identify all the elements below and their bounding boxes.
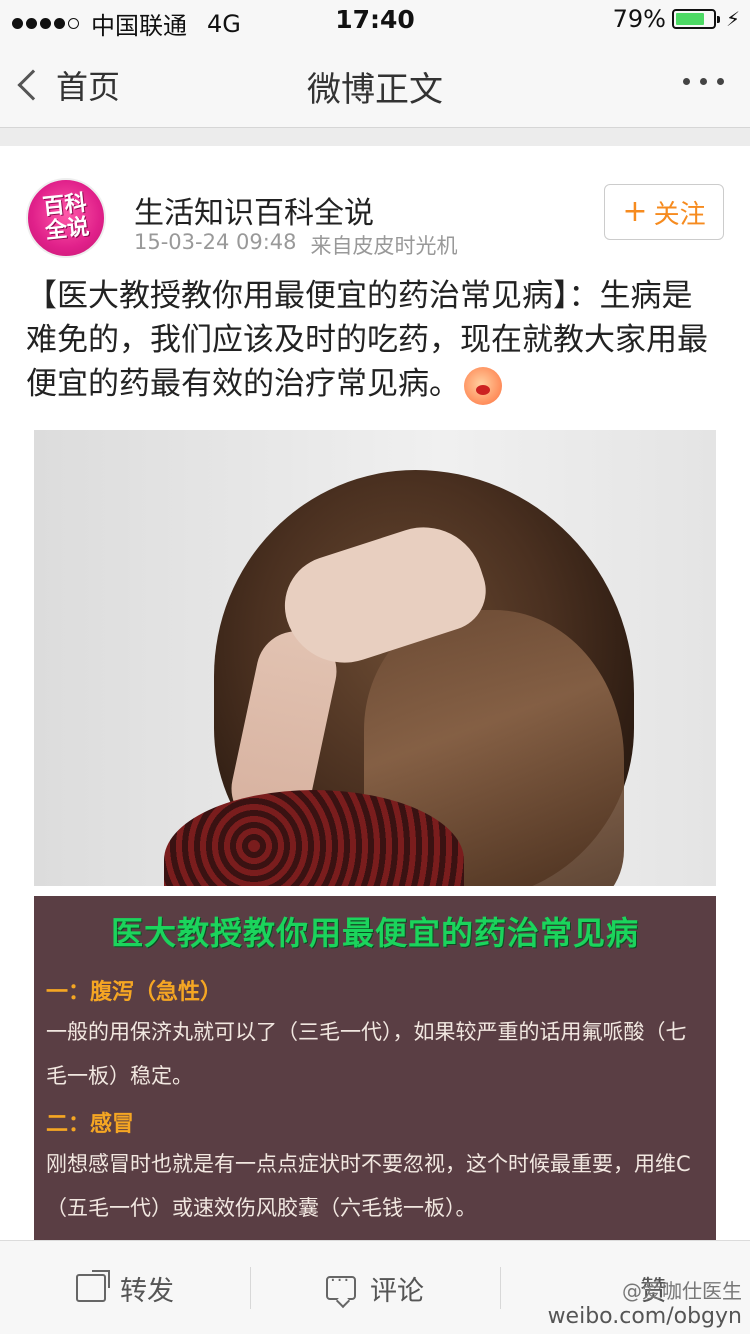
watermark-url: weibo.com/obgyn xyxy=(547,1304,742,1329)
emoji-icon xyxy=(464,366,502,405)
charging-bolt-icon: ⚡ xyxy=(725,7,740,31)
info-heading-2: 二：感冒 xyxy=(46,1112,135,1137)
watermark-handle: @爱咖仕医生 xyxy=(622,1279,742,1303)
post-photo[interactable] xyxy=(34,430,716,886)
avatar[interactable]: 百科全说 xyxy=(26,178,106,258)
share-icon xyxy=(76,1270,110,1302)
repost-label: 转发 xyxy=(120,1275,174,1307)
follow-button[interactable]: + 关注 xyxy=(604,184,724,240)
battery-icon xyxy=(671,9,720,29)
page-title: 微博正文 xyxy=(307,70,443,110)
comment-icon xyxy=(326,1270,356,1300)
more-dots-icon[interactable] xyxy=(683,78,724,85)
info-heading-1: 一：腹泻（急性） xyxy=(46,980,223,1005)
battery-percent: 79% xyxy=(612,5,666,33)
nav-bar: 首页 微博正文 xyxy=(0,40,750,128)
author-name[interactable]: 生活知识百科全说 xyxy=(134,188,374,232)
info-text-1: 一般的用保济丸就可以了（三毛一代），如果较严重的话用氟哌酸（七毛一板）稳定。 xyxy=(46,1020,687,1088)
status-right: 79% ⚡ xyxy=(613,5,740,33)
plus-icon: + xyxy=(622,194,648,229)
watermark: @爱咖仕医生 weibo.com/obgyn xyxy=(548,1278,742,1330)
post-timestamp: 15-03-24 09:48 xyxy=(134,230,297,254)
repost-button[interactable]: 转发 xyxy=(0,1241,250,1334)
comment-label: 评论 xyxy=(370,1275,424,1307)
post-body: 【医大教授教你用最便宜的药治常见病】：生病是难免的，我们应该及时的吃药，现在就教… xyxy=(26,278,708,402)
info-image[interactable]: 医大教授教你用最便宜的药治常见病 一：腹泻（急性） 一般的用保济丸就可以了（三毛… xyxy=(34,896,716,1246)
post-source: 来自皮皮时光机 xyxy=(310,234,458,258)
status-bar: 中国联通 4G 17:40 79% ⚡ xyxy=(0,0,750,40)
battery-fill xyxy=(675,13,705,25)
post-meta: 15-03-24 09:48 来自皮皮时光机 xyxy=(134,230,458,260)
follow-label: 关注 xyxy=(653,199,706,230)
post-card: 百科全说 生活知识百科全说 15-03-24 09:48 来自皮皮时光机 + 关… xyxy=(0,146,750,1246)
post-text: 【医大教授教你用最便宜的药治常见病】：生病是难免的，我们应该及时的吃药，现在就教… xyxy=(26,274,716,406)
info-title: 医大教授教你用最便宜的药治常见病 xyxy=(110,914,639,952)
comment-button[interactable]: 评论 xyxy=(250,1241,500,1334)
avatar-text: 百科全说 xyxy=(41,190,91,245)
info-text-2: 刚想感冒时也就是有一点点症状时不要忽视，这个时候最重要，用维C（五毛一代）或速效… xyxy=(46,1152,691,1220)
